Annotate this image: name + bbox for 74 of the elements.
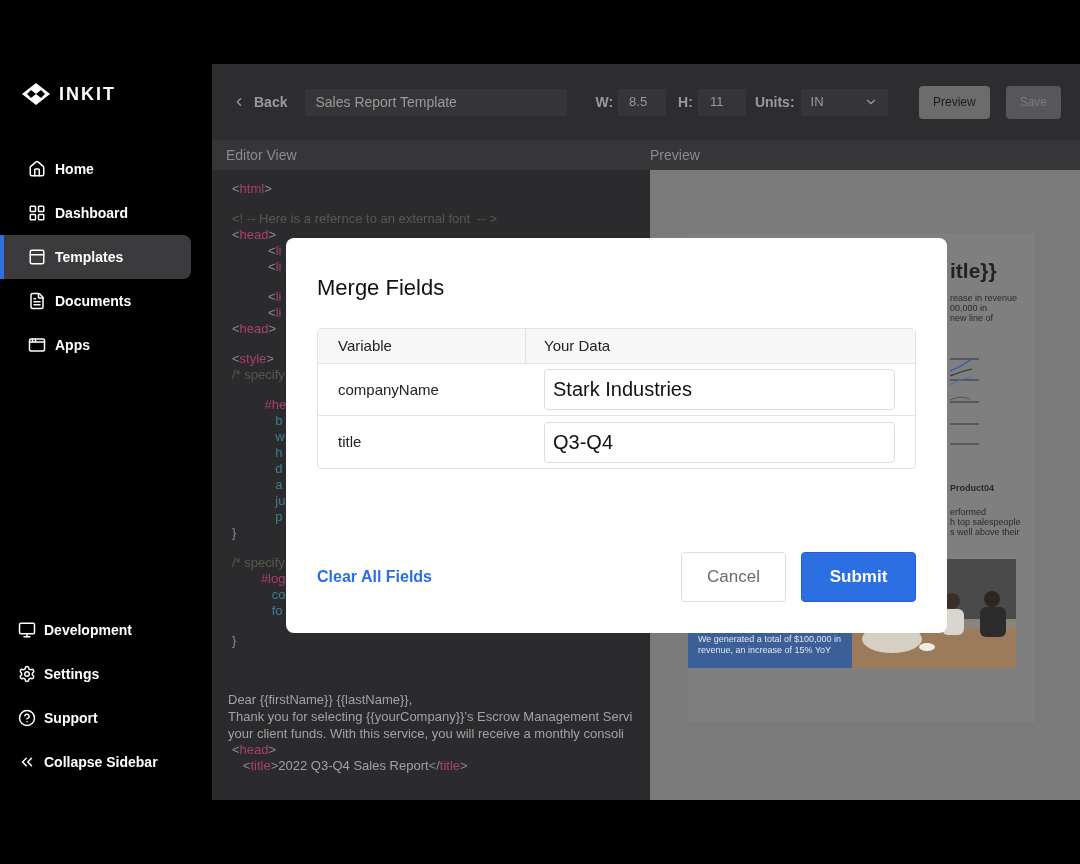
code-line: <li: [267, 259, 282, 275]
help-icon: [18, 709, 36, 727]
code-line: <li: [267, 289, 282, 305]
variable-name: title: [338, 433, 362, 450]
code-line: <li: [267, 243, 282, 259]
clear-all-fields-link[interactable]: Clear All Fields: [317, 565, 432, 589]
height-label: H:: [678, 92, 693, 112]
column-header: Your Data: [543, 335, 612, 356]
document-text: s well above their: [950, 526, 1020, 537]
logo-icon: [21, 82, 51, 106]
code-line: <head>: [232, 742, 277, 758]
document-text: erformed: [950, 506, 986, 517]
code-line: d: [274, 461, 283, 477]
sidebar-item[interactable]: Development: [0, 608, 212, 652]
sidebar-item[interactable]: Settings: [0, 652, 212, 696]
sidebar-item[interactable]: Collapse Sidebar: [0, 740, 212, 784]
width-field[interactable]: 8.5: [618, 88, 667, 116]
dialog-title: Merge Fields: [317, 274, 445, 302]
sidebar-item[interactable]: Apps: [0, 323, 191, 367]
app-window-icon: [28, 336, 46, 354]
text-line: Thank you for selecting {{yourCompany}}’s Escrow Management Servi: [228, 708, 633, 725]
code-line: <style>: [232, 351, 274, 367]
editor-view-title: Editor View: [226, 145, 297, 165]
code-line: <li: [267, 305, 282, 321]
home-icon: [28, 160, 46, 178]
document-text: 00,000 in: [950, 302, 988, 313]
code-line: #he: [263, 397, 287, 413]
code-line: ju: [274, 493, 286, 509]
submit-button[interactable]: Submit: [801, 552, 916, 602]
template-name-field[interactable]: Sales Report Template: [305, 88, 568, 116]
document-text: Product04: [950, 482, 994, 493]
sidebar-item[interactable]: Home: [0, 147, 191, 191]
code-line: p: [274, 509, 283, 525]
sidebar-item[interactable]: Support: [0, 696, 212, 740]
banner-text: We generated a total of $100,000 in revenue, an increase of 15% YoY: [698, 633, 842, 656]
variable-name: companyName: [338, 380, 439, 398]
units-select[interactable]: IN: [800, 88, 888, 116]
code-line: w: [274, 429, 285, 445]
data-input[interactable]: Stark Industries: [544, 369, 895, 410]
document-text: new line of: [950, 312, 994, 323]
code-line: <head>: [232, 321, 277, 337]
code-line: h: [274, 445, 283, 461]
text-line: Dear {{firstName}} {{lastName}},: [228, 691, 413, 708]
monitor-icon: [18, 621, 36, 639]
document-text: h top salespeople: [950, 516, 1021, 527]
code-line: co: [270, 587, 286, 603]
logo-text: INKIT: [59, 82, 116, 106]
cancel-button[interactable]: Cancel: [681, 552, 786, 602]
preview-title: Preview: [650, 145, 700, 165]
code-line: fo: [270, 603, 283, 619]
code-line: }: [232, 633, 237, 649]
document-icon: [28, 292, 46, 310]
back-button[interactable]: Back: [232, 91, 288, 113]
window-icon: [28, 248, 46, 266]
code-line: a: [274, 477, 283, 493]
text-line: your client funds. With this service, you will receive a monthly consoli: [228, 725, 624, 742]
data-input[interactable]: Q3-Q4: [544, 421, 895, 463]
settings-icon: [18, 665, 36, 683]
column-header: Variable: [318, 329, 526, 363]
code-line: <html>: [232, 181, 272, 197]
code-line: #log: [259, 571, 286, 587]
code-line: }: [232, 525, 237, 541]
sidebar-item[interactable]: Documents: [0, 279, 191, 323]
height-field[interactable]: 11: [697, 88, 746, 116]
width-label: W:: [595, 92, 614, 112]
code-line: <head>: [232, 227, 277, 243]
grid-icon: [28, 204, 46, 222]
units-label: Units:: [754, 92, 795, 112]
code-line: b: [274, 413, 283, 429]
document-text: rease in revenue: [950, 292, 1018, 303]
sidebar-item[interactable]: Dashboard: [0, 191, 191, 235]
sidebar-item[interactable]: Templates: [0, 235, 191, 279]
document-heading: itle}}: [950, 258, 997, 284]
code-line: <title>2022 Q3-Q4 Sales Report</title>: [241, 758, 468, 774]
